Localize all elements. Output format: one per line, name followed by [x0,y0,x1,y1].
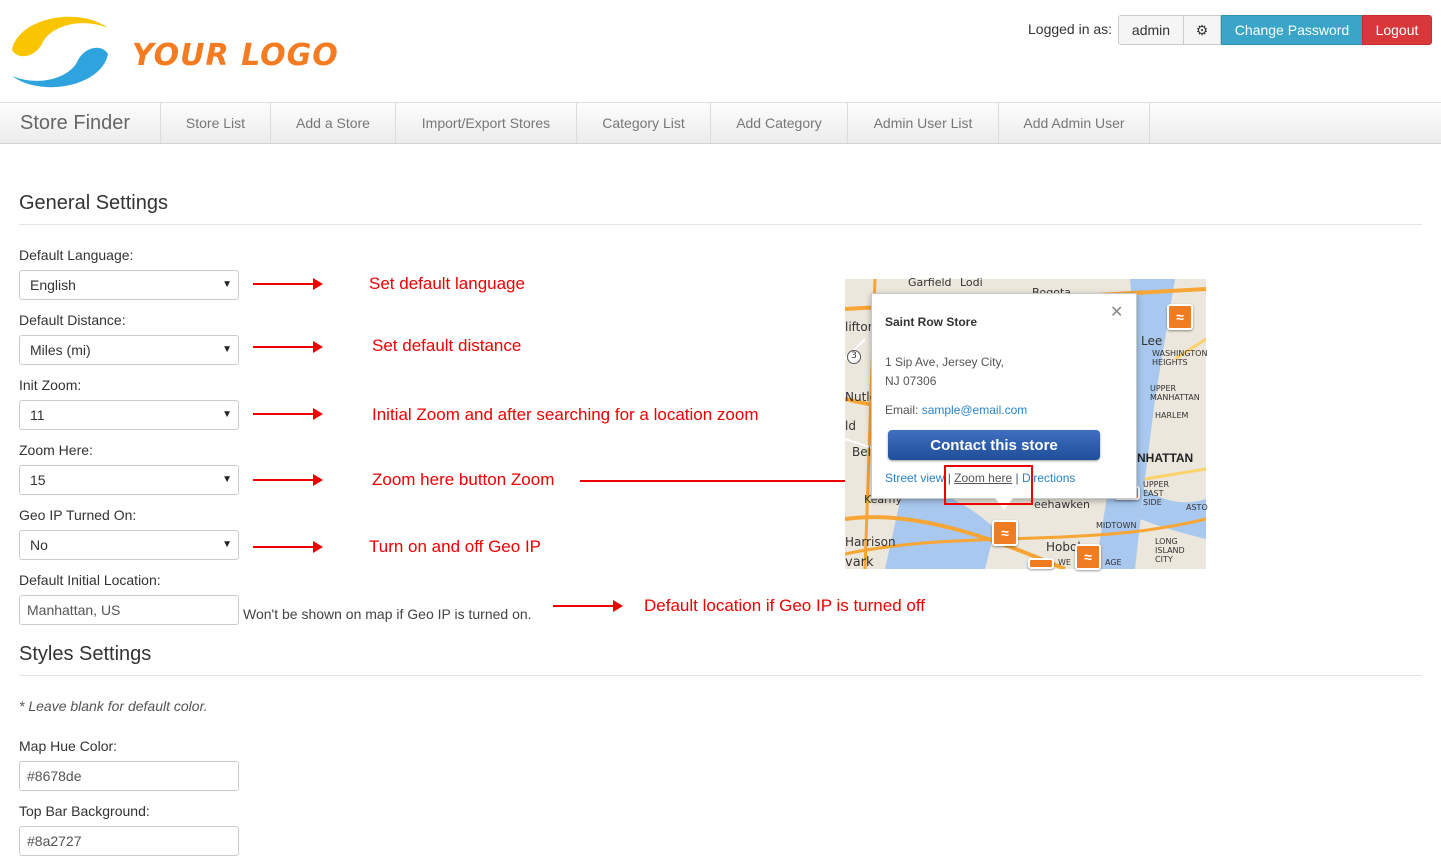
contact-store-button[interactable]: Contact this store [888,430,1100,460]
map-label: UPPER EAST SIDE [1143,480,1170,507]
init-zoom-select[interactable]: 11 ▼ [19,400,239,430]
logout-button[interactable]: Logout [1362,15,1432,45]
map-label: NHATTAN [1137,451,1194,465]
store-marker-icon[interactable]: ≈ [1075,544,1101,570]
store-email-link[interactable]: sample@email.com [922,403,1028,417]
annotation-arrow [553,600,623,612]
annotation-zoom-here: Zoom here button Zoom [372,470,555,489]
email-label: Email: [885,403,919,417]
logo-text: YOUR LOGO [132,38,339,73]
store-marker-icon[interactable] [1028,558,1054,569]
annotation-arrow [253,541,323,553]
map-label: AGE [1105,558,1122,567]
zoom-here-highlight-box [944,465,1033,505]
initial-location-label: Default Initial Location: [19,572,161,588]
navbar-brand[interactable]: Store Finder [20,112,130,135]
nav-import-export[interactable]: Import/Export Stores [395,103,576,143]
default-distance-label: Default Distance: [19,312,126,328]
settings-button[interactable]: ⚙ [1183,15,1221,45]
default-language-label: Default Language: [19,247,134,263]
annotation-arrow [253,278,323,290]
nav-add-admin-user[interactable]: Add Admin User [998,103,1150,143]
nav-add-category[interactable]: Add Category [710,103,847,143]
init-zoom-label: Init Zoom: [19,377,82,393]
store-address-line2: NJ 07306 [885,374,937,388]
caret-down-icon: ▼ [222,344,232,355]
map-label: WE [1058,558,1071,567]
route-shield-icon: 3 [847,350,861,364]
annotation-init-zoom: Initial Zoom and after searching for a l… [372,405,759,424]
annotation-language: Set default language [369,274,525,293]
divider [19,224,1422,225]
user-button[interactable]: admin [1118,15,1184,45]
map-label: UPPER MANHATTAN [1150,384,1200,402]
street-view-link[interactable]: Street view [885,471,944,485]
map-label: HARLEM [1155,411,1189,420]
store-email-row: Email: sample@email.com [885,403,1027,417]
logo [8,10,112,94]
zoom-here-label: Zoom Here: [19,442,93,458]
logo-icon [12,16,108,88]
nav-category-list[interactable]: Category List [576,103,710,143]
styles-settings-title: Styles Settings [19,643,152,665]
navbar: Store Finder Store List Add a Store Impo… [0,102,1441,144]
geo-ip-label: Geo IP Turned On: [19,507,137,523]
annotation-geo-ip: Turn on and off Geo IP [369,537,542,556]
default-language-select[interactable]: English ▼ [19,270,239,300]
default-distance-select[interactable]: Miles (mi) ▼ [19,335,239,365]
geo-ip-select[interactable]: No ▼ [19,530,239,560]
annotation-default-location: Default location if Geo IP is turned off [644,596,925,615]
annotation-arrow [253,341,323,353]
caret-down-icon: ▼ [222,474,232,485]
map-label: MIDTOWN [1096,521,1137,530]
map-label: LONG ISLAND CITY [1155,537,1185,564]
top-bar-background-input[interactable]: #8a2727 [19,826,239,856]
map-hue-color-input[interactable]: #8678de [19,761,239,791]
annotation-distance: Set default distance [372,336,522,355]
store-marker-icon[interactable]: ≈ [1167,304,1193,330]
zoom-here-select[interactable]: 15 ▼ [19,465,239,495]
styles-note: * Leave blank for default color. [19,698,208,714]
caret-down-icon: ▼ [222,409,232,420]
map-label: WASHINGTON HEIGHTS [1152,349,1208,367]
store-marker-icon[interactable]: ≈ [992,520,1018,546]
store-name: Saint Row Store [885,315,978,329]
logged-in-label: Logged in as: [1028,21,1113,37]
initial-location-input[interactable]: Manhattan, US [19,595,239,625]
store-address-line1: 1 Sip Ave, Jersey City, [885,355,1004,369]
map-label: vark [845,555,874,570]
close-icon[interactable]: ✕ [1110,302,1123,322]
select-value: 15 [30,472,46,488]
map-label: ASTO [1186,503,1208,512]
select-value: No [30,537,48,553]
caret-down-icon: ▼ [222,279,232,290]
annotation-connector-line [580,480,850,482]
map-label: Lodi [960,276,983,289]
map-label: Garfield [908,276,952,289]
top-bar-background-label: Top Bar Background: [19,803,150,819]
gear-icon: ⚙ [1195,21,1209,38]
select-value: Miles (mi) [30,342,91,358]
divider [19,675,1422,676]
map-label: eehawken [1034,498,1090,511]
nav-add-store[interactable]: Add a Store [270,103,395,143]
general-settings-title: General Settings [19,192,168,214]
nav-store-list[interactable]: Store List [160,103,270,143]
annotation-arrow [253,408,323,420]
map-label: Lee [1141,334,1163,348]
annotation-arrow [253,474,323,486]
map-label: ld [845,419,856,433]
change-password-button[interactable]: Change Password [1221,15,1363,45]
map-hue-color-label: Map Hue Color: [19,738,118,754]
caret-down-icon: ▼ [222,539,232,550]
select-value: English [30,277,76,293]
select-value: 11 [30,407,45,423]
nav-admin-user-list[interactable]: Admin User List [847,103,998,143]
map-label: Harrison [845,535,896,549]
initial-location-help: Won't be shown on map if Geo IP is turne… [243,606,532,622]
